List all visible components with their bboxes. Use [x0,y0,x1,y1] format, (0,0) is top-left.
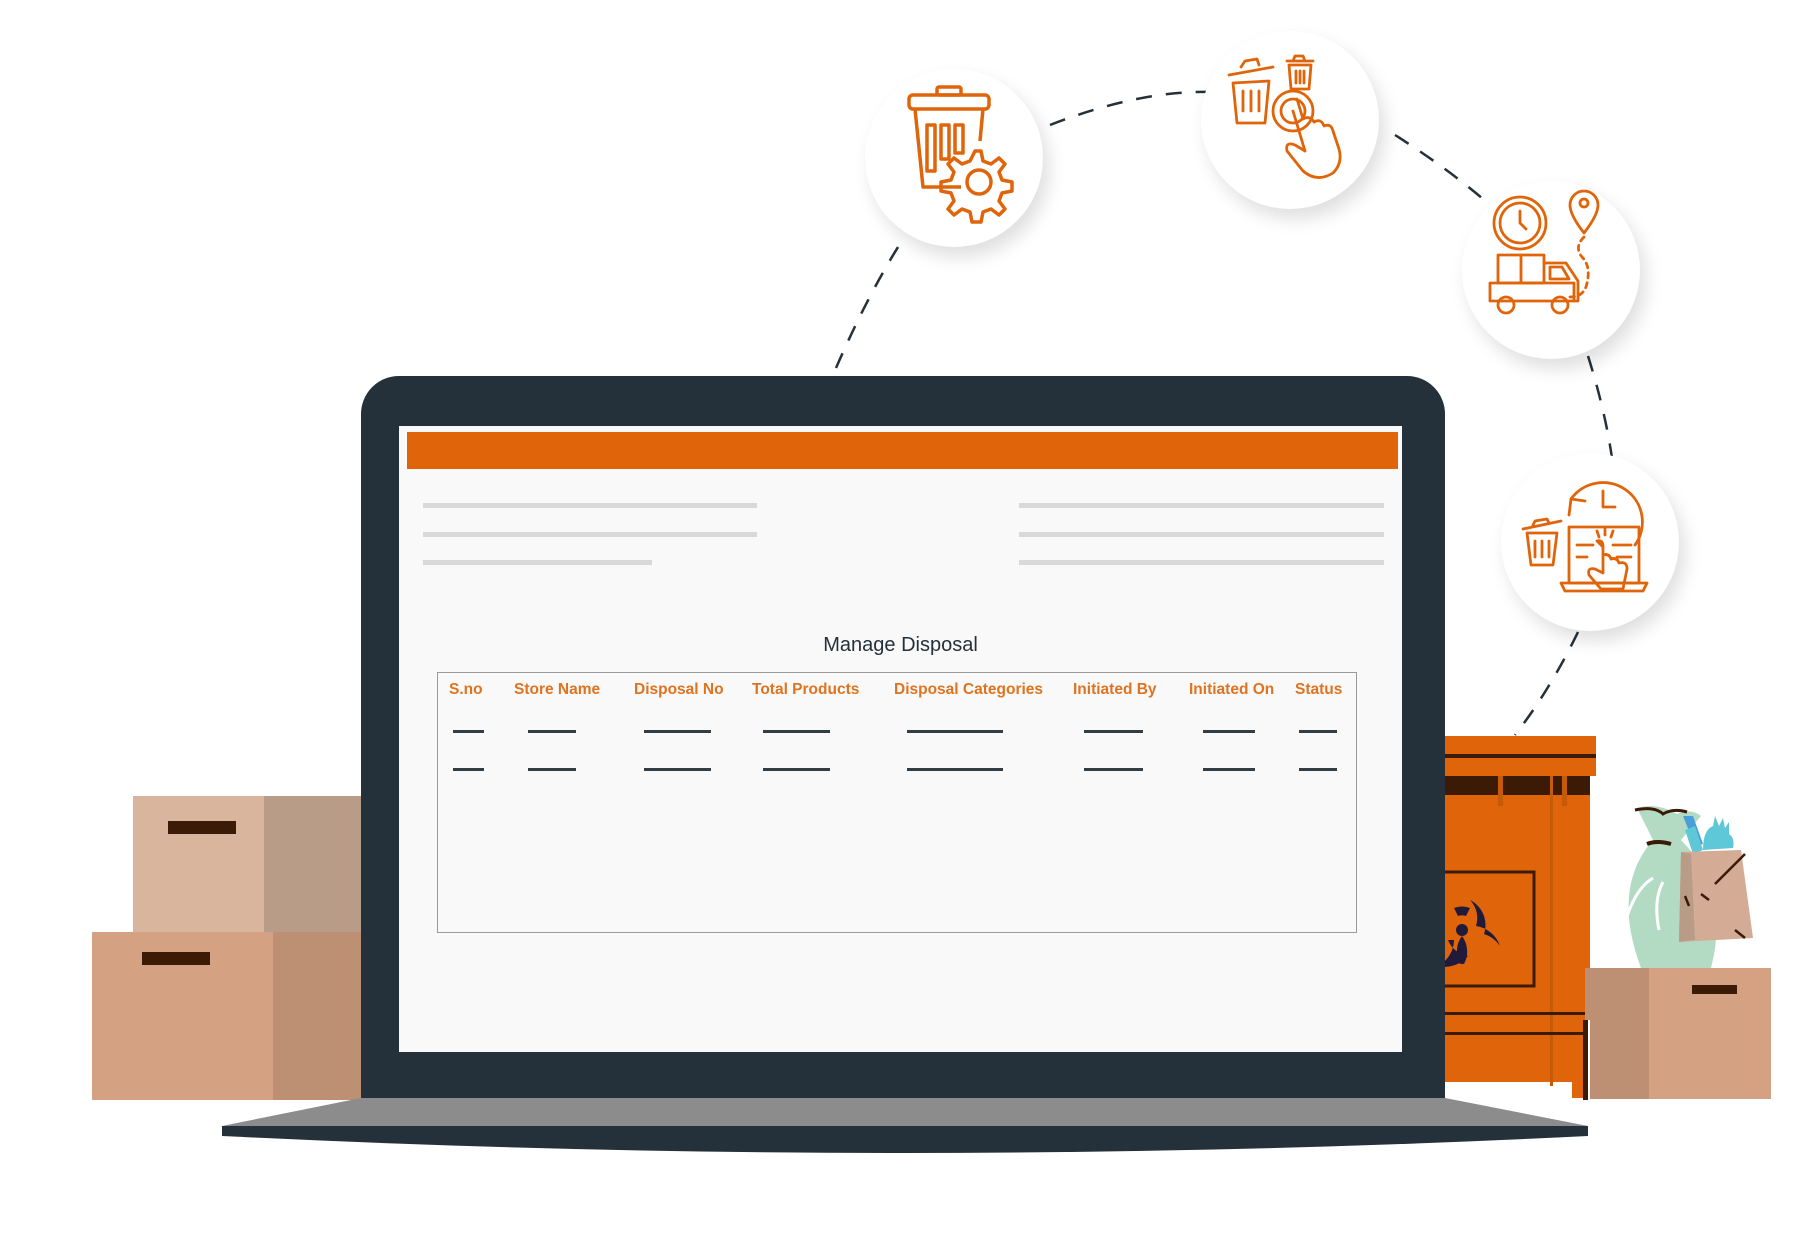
placeholder-line [1019,503,1384,508]
cell-placeholder [1299,768,1337,771]
laptop-base-edge [222,1126,1588,1153]
column-header-initiated-by[interactable]: Initiated By [1073,681,1157,699]
cell-placeholder [453,768,484,771]
column-header-disposal-categories[interactable]: Disposal Categories [894,681,1043,699]
cell-placeholder [1203,730,1255,733]
column-header-store-name[interactable]: Store Name [514,681,600,699]
column-header-initiated-on[interactable]: Initiated On [1189,681,1274,699]
placeholder-line [1019,532,1384,537]
column-header-status[interactable]: Status [1295,681,1342,699]
column-header-sno[interactable]: S.no [449,681,483,699]
cell-placeholder [907,730,1003,733]
cell-placeholder [1299,730,1337,733]
cell-placeholder [763,768,830,771]
disposal-table: S.no Store Name Disposal No Total Produc… [437,672,1357,933]
column-header-disposal-no[interactable]: Disposal No [634,681,724,699]
cell-placeholder [453,730,484,733]
placeholder-line [423,532,757,537]
disposal-illustration: Manage Disposal S.no Store Name Disposal… [0,0,1800,1260]
page-title: Manage Disposal [823,634,978,656]
column-header-total-products[interactable]: Total Products [752,681,859,699]
placeholder-line [1019,560,1384,565]
cell-placeholder [528,730,576,733]
cell-placeholder [1203,768,1255,771]
placeholder-line [423,560,652,565]
app-screen: Manage Disposal S.no Store Name Disposal… [399,426,1402,1052]
app-header-bar [407,432,1398,469]
cell-placeholder [907,768,1003,771]
cell-placeholder [1084,768,1143,771]
cell-placeholder [528,768,576,771]
laptop-keyboard-deck [222,1098,1588,1126]
placeholder-line [423,503,757,508]
cell-placeholder [763,730,830,733]
cell-placeholder [644,768,711,771]
cell-placeholder [644,730,711,733]
cell-placeholder [1084,730,1143,733]
